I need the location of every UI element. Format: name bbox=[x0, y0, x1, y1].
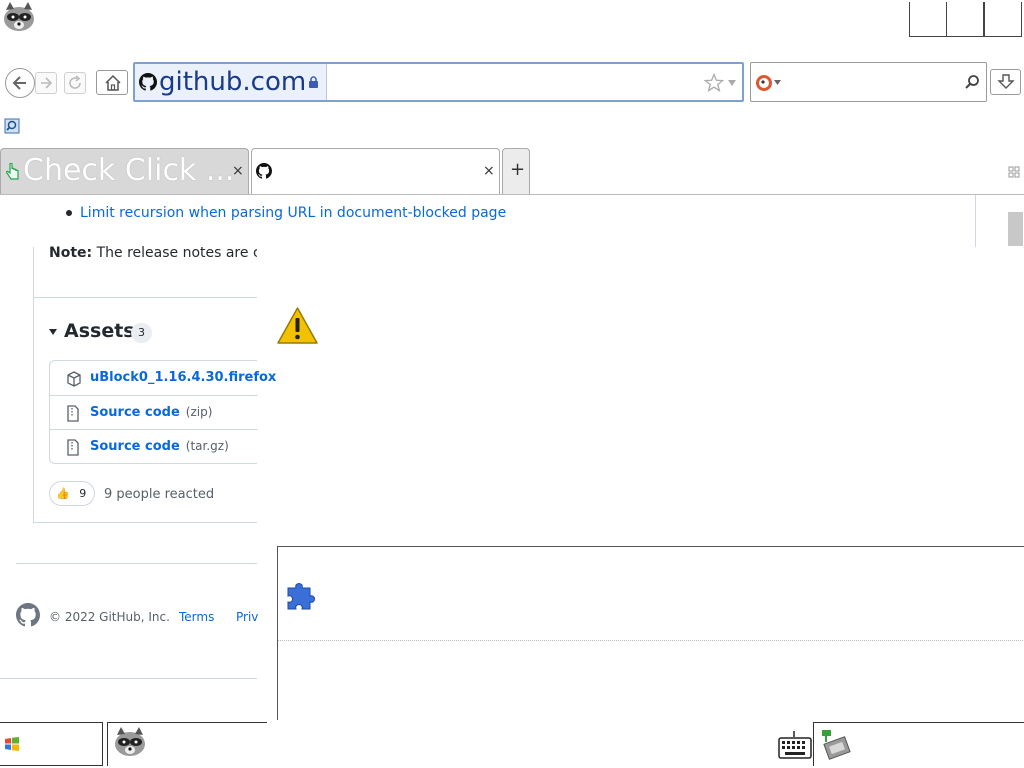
maximize-button[interactable] bbox=[946, 2, 984, 37]
forward-button[interactable] bbox=[35, 72, 57, 94]
back-button[interactable] bbox=[5, 68, 35, 98]
back-arrow-icon bbox=[12, 76, 26, 90]
dropdown-icon[interactable] bbox=[727, 79, 737, 87]
close-window-button[interactable] bbox=[984, 2, 1022, 37]
zoom-page-icon[interactable] bbox=[4, 118, 20, 134]
asset-link[interactable]: Source code (tar.gz) bbox=[90, 439, 229, 454]
github-logo-icon[interactable] bbox=[16, 603, 40, 627]
scrollbar-thumb[interactable] bbox=[1008, 212, 1023, 246]
hand-cursor-icon bbox=[5, 163, 19, 180]
new-tab-button[interactable]: + bbox=[502, 148, 530, 194]
card-bottom-border bbox=[33, 522, 257, 523]
tab-github[interactable]: × bbox=[251, 148, 500, 194]
home-icon bbox=[105, 74, 121, 91]
raccoon-app-icon bbox=[115, 727, 145, 756]
lock-icon bbox=[309, 76, 318, 88]
puzzle-plugin-icon bbox=[287, 583, 315, 610]
search-icon[interactable] bbox=[964, 74, 980, 90]
download-icon bbox=[997, 74, 1015, 89]
windows-flag-icon bbox=[5, 737, 19, 751]
reload-icon bbox=[69, 75, 81, 89]
tab-close-button[interactable]: × bbox=[483, 163, 495, 179]
asset-link[interactable]: uBlock0_1.16.4.30.firefox bbox=[90, 370, 276, 385]
reaction-summary: 9 people reacted bbox=[104, 487, 215, 502]
plugin-divider bbox=[278, 640, 1024, 641]
taskbar-app-button[interactable] bbox=[107, 722, 267, 766]
footer-bottom-divider bbox=[0, 678, 257, 679]
assets-list: uBlock0_1.16.4.30.firefox Source code (zi… bbox=[49, 360, 276, 464]
raccoon-app-icon bbox=[2, 2, 36, 32]
asset-link[interactable]: Source code (zip) bbox=[90, 405, 212, 420]
footer-terms-link[interactable]: Terms bbox=[179, 610, 214, 624]
triangle-down-icon[interactable] bbox=[48, 327, 58, 337]
duckduckgo-icon[interactable] bbox=[755, 74, 773, 92]
system-tray bbox=[813, 722, 1024, 766]
reaction-button[interactable]: 👍 9 bbox=[49, 481, 95, 506]
tab-list-icon[interactable] bbox=[1008, 166, 1020, 178]
asset-row[interactable]: Source code (tar.gz) bbox=[50, 429, 258, 463]
divider bbox=[33, 297, 257, 298]
plugin-placeholder[interactable] bbox=[277, 546, 1024, 720]
file-zip-icon bbox=[67, 405, 79, 422]
search-bar[interactable] bbox=[750, 62, 987, 102]
bullet-marker bbox=[66, 210, 72, 216]
github-favicon bbox=[256, 163, 272, 179]
tab-close-button[interactable]: × bbox=[232, 163, 244, 179]
github-favicon bbox=[139, 73, 157, 91]
start-button[interactable] bbox=[0, 722, 103, 766]
note-label: Note: bbox=[49, 245, 93, 261]
footer-privacy-link[interactable]: Priv bbox=[236, 610, 258, 624]
footer-copyright: © 2022 GitHub, Inc. bbox=[49, 610, 170, 624]
home-button[interactable] bbox=[96, 70, 128, 95]
new-tab-label: + bbox=[510, 159, 526, 180]
asset-row[interactable]: uBlock0_1.16.4.30.firefox bbox=[50, 361, 276, 395]
release-note-link[interactable]: Limit recursion when parsing URL in docu… bbox=[80, 205, 506, 221]
release-card-border bbox=[33, 247, 34, 522]
content-border bbox=[975, 195, 976, 247]
assets-heading[interactable]: Assets bbox=[64, 320, 135, 342]
minimize-button[interactable] bbox=[909, 2, 947, 37]
reload-button[interactable] bbox=[64, 72, 86, 94]
tab-title: Check Click ... bbox=[23, 153, 235, 188]
keyboard-icon[interactable] bbox=[778, 730, 812, 760]
warning-icon bbox=[277, 307, 318, 344]
file-zip-icon bbox=[67, 439, 79, 456]
network-icon[interactable] bbox=[818, 726, 854, 762]
site-identity-button[interactable]: github.com bbox=[135, 64, 327, 100]
note-text: The release notes are cr bbox=[96, 245, 257, 261]
assets-count-badge: 3 bbox=[131, 323, 152, 343]
release-note: Note: The release notes are cr bbox=[49, 245, 257, 261]
footer-divider bbox=[16, 563, 257, 564]
forward-arrow-icon bbox=[41, 77, 53, 89]
asset-row[interactable]: Source code (zip) bbox=[50, 395, 258, 429]
dropdown-icon[interactable] bbox=[774, 80, 781, 85]
toolbar-divider bbox=[0, 194, 1024, 195]
tab-check-click[interactable]: Check Click ... × bbox=[0, 148, 249, 194]
download-button[interactable] bbox=[990, 69, 1021, 95]
url-domain-text: github.com bbox=[159, 67, 307, 97]
url-bar[interactable]: github.com bbox=[133, 62, 744, 102]
thumbs-up-icon: 👍 bbox=[56, 487, 70, 500]
reaction-count: 9 bbox=[79, 487, 87, 500]
package-icon bbox=[67, 371, 81, 387]
star-icon[interactable] bbox=[704, 73, 724, 93]
